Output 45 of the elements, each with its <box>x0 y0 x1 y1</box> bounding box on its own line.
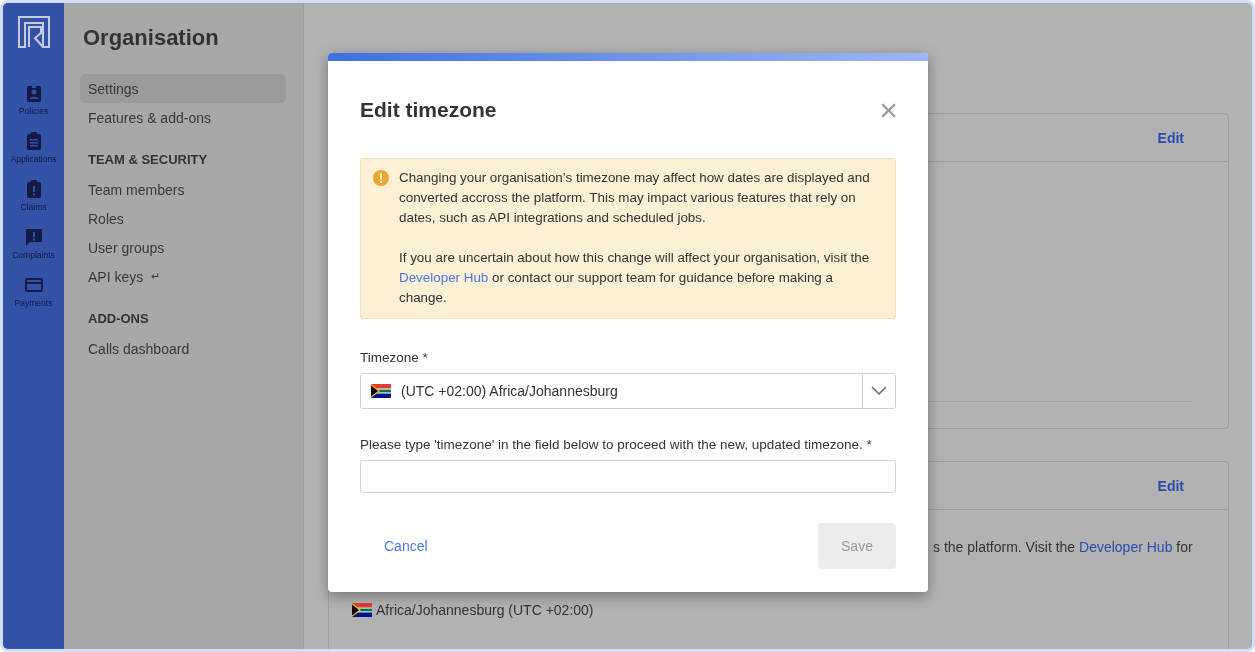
logo-icon[interactable] <box>16 15 51 49</box>
timezone-value: Africa/Johannesburg (UTC +02:00) <box>376 602 594 618</box>
cancel-button[interactable]: Cancel <box>360 528 452 564</box>
field-label: Please type 'timezone' in the field below to proceed with the new, updated timezone. * <box>360 437 873 452</box>
nav-label: Payments <box>14 298 53 308</box>
nav-item[interactable]: Payments <box>3 275 64 308</box>
chevron-down-icon <box>871 386 887 396</box>
confirmation-field[interactable] <box>360 460 896 493</box>
card-description: s the platform. Visit the Developer Hub for <box>933 539 1194 555</box>
nav-label: Policies <box>18 106 49 116</box>
edit-link[interactable]: Edit <box>1157 129 1184 146</box>
flag-icon <box>352 603 372 617</box>
close-icon[interactable]: × <box>879 94 898 126</box>
sidebar-item[interactable]: API keys ↵ <box>80 262 286 291</box>
edit-link[interactable]: Edit <box>1157 477 1184 494</box>
modal-title: Edit timezone <box>360 98 497 122</box>
chat-icon <box>23 227 44 247</box>
sidebar-item[interactable]: Features & add-ons <box>80 103 286 132</box>
nav-label: Applications <box>10 154 57 164</box>
nav-item[interactable]: Claims <box>3 179 64 212</box>
developer-hub-link[interactable]: Developer Hub <box>399 270 489 285</box>
field-label: Timezone * <box>360 350 429 365</box>
nav-item[interactable]: Complaints <box>3 227 64 260</box>
select-value: (UTC +02:00) Africa/Johannesburg <box>401 383 618 399</box>
section-heading: TEAM & SECURITY <box>88 152 209 167</box>
sidebar-item[interactable]: Roles <box>80 204 286 233</box>
sidebar-item[interactable]: Settings <box>80 74 286 103</box>
sidebar-label: API keys <box>88 268 144 285</box>
developer-hub-link[interactable]: Developer Hub <box>1079 539 1173 555</box>
card-icon <box>23 275 44 295</box>
sidebar-item[interactable]: Team members <box>80 175 286 204</box>
section-heading: ADD-ONS <box>88 311 150 326</box>
page-title: Organisation <box>83 25 220 51</box>
warning-text: Changing your organisation’s timezone may affect how dates are displayed and converted accross the platform. This may impact various features that rely on dates, such as API integrations and scheduled jobs. <box>399 169 871 227</box>
warning-text: If you are uncertain about how this change will affect your organisation, visit the Developer Hub or contact our support team for guidance before making a change. <box>399 249 871 307</box>
flag-icon <box>371 384 391 398</box>
return-icon: ↵ <box>151 270 161 283</box>
nav-item[interactable]: Policies <box>3 83 64 116</box>
nav-label: Claims <box>20 202 47 212</box>
sidebar-item[interactable]: User groups <box>80 233 286 262</box>
nav-label: Complaints <box>12 250 55 260</box>
timezone-select[interactable]: (UTC +02:00) Africa/Johannesburg <box>360 373 896 409</box>
warning-icon <box>373 170 389 186</box>
sidebar-item[interactable]: Calls dashboard <box>80 334 286 363</box>
nav-item[interactable]: Applications <box>3 131 64 164</box>
